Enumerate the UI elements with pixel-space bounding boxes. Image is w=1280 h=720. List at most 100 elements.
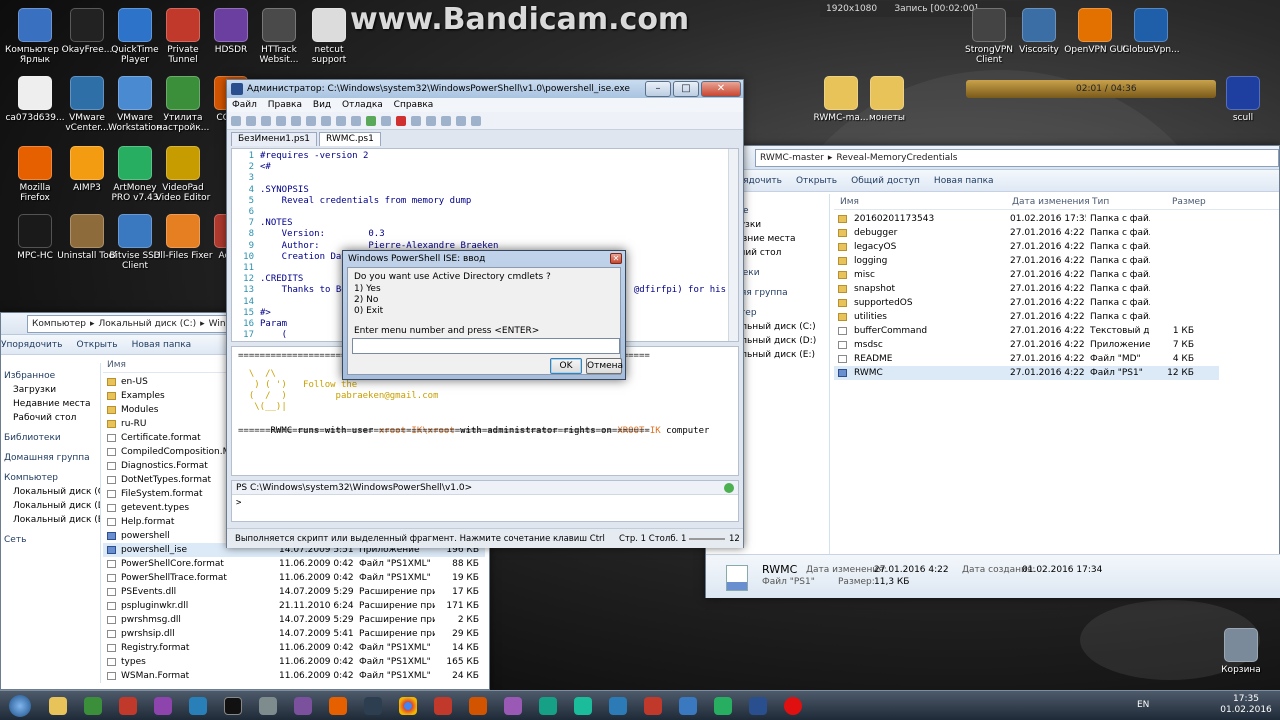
organize-button[interactable]: Упорядочить bbox=[1, 340, 62, 350]
layout-2-icon[interactable] bbox=[456, 115, 466, 126]
console-icon[interactable] bbox=[426, 115, 436, 126]
taskbar-app-icon[interactable] bbox=[76, 693, 110, 719]
paste-icon[interactable] bbox=[306, 115, 316, 126]
file-row[interactable]: 20160201173543 01.02.2016 17:35 Папка с фа… bbox=[834, 212, 1219, 226]
clear-icon[interactable] bbox=[321, 115, 331, 126]
taskbar-app-icon[interactable] bbox=[461, 693, 495, 719]
share-button[interactable]: Общий доступ bbox=[851, 176, 920, 186]
file-row[interactable]: pspluginwkr.dll 21.11.2010 6:24 Расширение… bbox=[103, 599, 485, 613]
file-row[interactable]: bufferCommand 27.01.2016 4:22 Текстовый до… bbox=[834, 324, 1219, 338]
col-type[interactable]: Тип bbox=[1092, 194, 1109, 210]
taskbar-app-icon[interactable] bbox=[251, 693, 285, 719]
desktop-icon[interactable]: OpenVPN GUI bbox=[1064, 8, 1126, 55]
path-seg-1[interactable]: RWMC-master bbox=[760, 153, 824, 163]
file-row[interactable]: PowerShellCore.format 11.06.2009 0:42 Файл… bbox=[103, 557, 485, 571]
taskbar-record-icon[interactable] bbox=[776, 693, 810, 719]
cut-icon[interactable] bbox=[276, 115, 286, 126]
navigation-pane[interactable]: Избранное Загрузки Недавние места Рабочий с… bbox=[1, 363, 101, 683]
run-selection-icon[interactable] bbox=[381, 115, 391, 126]
ok-button[interactable]: OK bbox=[550, 358, 582, 374]
layout-3-icon[interactable] bbox=[471, 115, 481, 126]
taskbar-cmd-icon[interactable] bbox=[216, 693, 250, 719]
col-name[interactable]: Имя bbox=[107, 357, 126, 373]
taskbar-firefox-icon[interactable] bbox=[321, 693, 355, 719]
desktop-icon[interactable]: netcut support bbox=[298, 8, 360, 65]
start-button[interactable] bbox=[0, 693, 40, 719]
nav-group[interactable]: Библиотеки bbox=[1, 431, 100, 445]
file-row[interactable]: PowerShellTrace.format 11.06.2009 0:42 Фай… bbox=[103, 571, 485, 585]
file-row[interactable]: PSEvents.dll 14.07.2009 5:29 Расширение пр… bbox=[103, 585, 485, 599]
taskbar-viber-icon[interactable] bbox=[286, 693, 320, 719]
media-player-bar[interactable]: 02:01 / 04:36 bbox=[966, 80, 1216, 98]
nav-item[interactable]: Недавние места bbox=[1, 397, 100, 411]
zoom-slider[interactable] bbox=[689, 538, 725, 540]
close-icon[interactable]: ✕ bbox=[701, 81, 741, 97]
undo-icon[interactable] bbox=[336, 115, 346, 126]
open-button[interactable]: Открыть bbox=[76, 340, 117, 350]
cancel-button[interactable]: Отмена bbox=[586, 358, 623, 374]
taskbar-chrome-icon[interactable] bbox=[391, 693, 425, 719]
col-name[interactable]: Имя bbox=[840, 194, 859, 210]
taskbar-app-icon[interactable] bbox=[496, 693, 530, 719]
file-row[interactable]: supportedOS 27.01.2016 4:22 Папка с файлам… bbox=[834, 296, 1219, 310]
menu-debug[interactable]: Отладка bbox=[342, 100, 383, 110]
file-row[interactable]: msdsc 27.01.2016 4:22 Приложение 7 КБ bbox=[834, 338, 1219, 352]
col-date[interactable]: Дата изменения bbox=[1012, 194, 1090, 210]
maximize-icon[interactable]: □ bbox=[673, 81, 699, 97]
file-row[interactable]: legacyOS 27.01.2016 4:22 Папка с файлами bbox=[834, 240, 1219, 254]
nav-item[interactable]: Загрузки bbox=[1, 383, 100, 397]
new-folder-button[interactable]: Новая папка bbox=[132, 340, 192, 350]
taskbar-app-icon[interactable] bbox=[111, 693, 145, 719]
desktop-icon[interactable]: монеты bbox=[856, 76, 918, 123]
nav-item[interactable]: Рабочий стол bbox=[1, 411, 100, 425]
path-seg-2[interactable]: Reveal-MemoryCredentials bbox=[836, 153, 957, 163]
tray-clock[interactable]: 17:35 01.02.2016 bbox=[1218, 694, 1274, 716]
menu-view[interactable]: Вид bbox=[313, 100, 331, 110]
path-seg-2[interactable]: Локальный диск (C:) bbox=[98, 319, 196, 329]
open-button[interactable]: Открыть bbox=[796, 176, 837, 186]
nav-group[interactable]: Сеть bbox=[1, 533, 100, 547]
col-size[interactable]: Размер bbox=[1172, 194, 1206, 210]
editor-scrollbar[interactable] bbox=[728, 149, 738, 341]
file-row[interactable]: WSMan.Format 11.06.2009 0:42 Файл "PS1XML"… bbox=[103, 669, 485, 683]
file-row[interactable]: Registry.format 11.06.2009 0:42 Файл "PS1X… bbox=[103, 641, 485, 655]
tray-language[interactable]: EN bbox=[1137, 700, 1149, 710]
menu-help[interactable]: Справка bbox=[394, 100, 434, 110]
dialog-close-icon[interactable]: ✕ bbox=[610, 253, 622, 264]
command-input[interactable]: > bbox=[236, 498, 241, 509]
taskbar-app-icon[interactable] bbox=[636, 693, 670, 719]
nav-item[interactable]: Локальный диск (D:) bbox=[1, 499, 100, 513]
run-icon[interactable] bbox=[366, 115, 376, 126]
taskbar-app-icon[interactable] bbox=[181, 693, 215, 719]
input-dialog[interactable]: Windows PowerShell ISE: ввод ✕ Do you wa… bbox=[342, 250, 626, 380]
save-icon[interactable] bbox=[261, 115, 271, 126]
open-icon[interactable] bbox=[246, 115, 256, 126]
menu-file[interactable]: Файл bbox=[232, 100, 257, 110]
nav-item[interactable]: Локальный диск (C:) bbox=[1, 485, 100, 499]
taskbar-vpn-icon[interactable] bbox=[531, 693, 565, 719]
layout-1-icon[interactable] bbox=[441, 115, 451, 126]
tab-rwmc[interactable]: RWMC.ps1 bbox=[319, 132, 381, 146]
file-row[interactable]: pwrshmsg.dll 14.07.2009 5:29 Расширение пр… bbox=[103, 613, 485, 627]
file-row[interactable]: pwrshsip.dll 14.07.2009 5:41 Расширение пр… bbox=[103, 627, 485, 641]
taskbar-app-icon[interactable] bbox=[706, 693, 740, 719]
desktop-icon[interactable]: VideoPad Video Editor bbox=[152, 146, 214, 203]
redo-icon[interactable] bbox=[351, 115, 361, 126]
file-row[interactable]: utilities 27.01.2016 4:22 Папка с файлами bbox=[834, 310, 1219, 324]
address-bar[interactable]: RWMC-master ▸ Reveal-MemoryCredentials bbox=[755, 148, 1279, 167]
new-folder-button[interactable]: Новая папка bbox=[934, 176, 994, 186]
file-row[interactable]: types 11.06.2009 0:42 Файл "PS1XML" 165 КБ bbox=[103, 655, 485, 669]
command-pane[interactable]: PS C:\Windows\system32\WindowsPowerShell… bbox=[231, 480, 739, 522]
taskbar-explorer-icon[interactable] bbox=[41, 693, 75, 719]
taskbar-ise-icon[interactable] bbox=[741, 693, 775, 719]
explorer-window-right[interactable]: RWMC-master ▸ Reveal-MemoryCredentials п… bbox=[705, 145, 1280, 598]
nav-item[interactable]: Локальный диск (E:) bbox=[1, 513, 100, 527]
taskbar-app-icon[interactable] bbox=[601, 693, 635, 719]
desktop-icon[interactable]: scull bbox=[1212, 76, 1274, 123]
file-row[interactable]: misc 27.01.2016 4:22 Папка с файлами bbox=[834, 268, 1219, 282]
minimize-icon[interactable]: – bbox=[645, 81, 671, 97]
file-row[interactable]: snapshot 27.01.2016 4:22 Папка с файлами bbox=[834, 282, 1219, 296]
desktop-icon[interactable]: GlobusVpn... bbox=[1120, 8, 1182, 55]
file-list[interactable]: 20160201173543 01.02.2016 17:35 Папка с фа… bbox=[834, 212, 1219, 392]
menu-number-input[interactable] bbox=[352, 338, 620, 354]
